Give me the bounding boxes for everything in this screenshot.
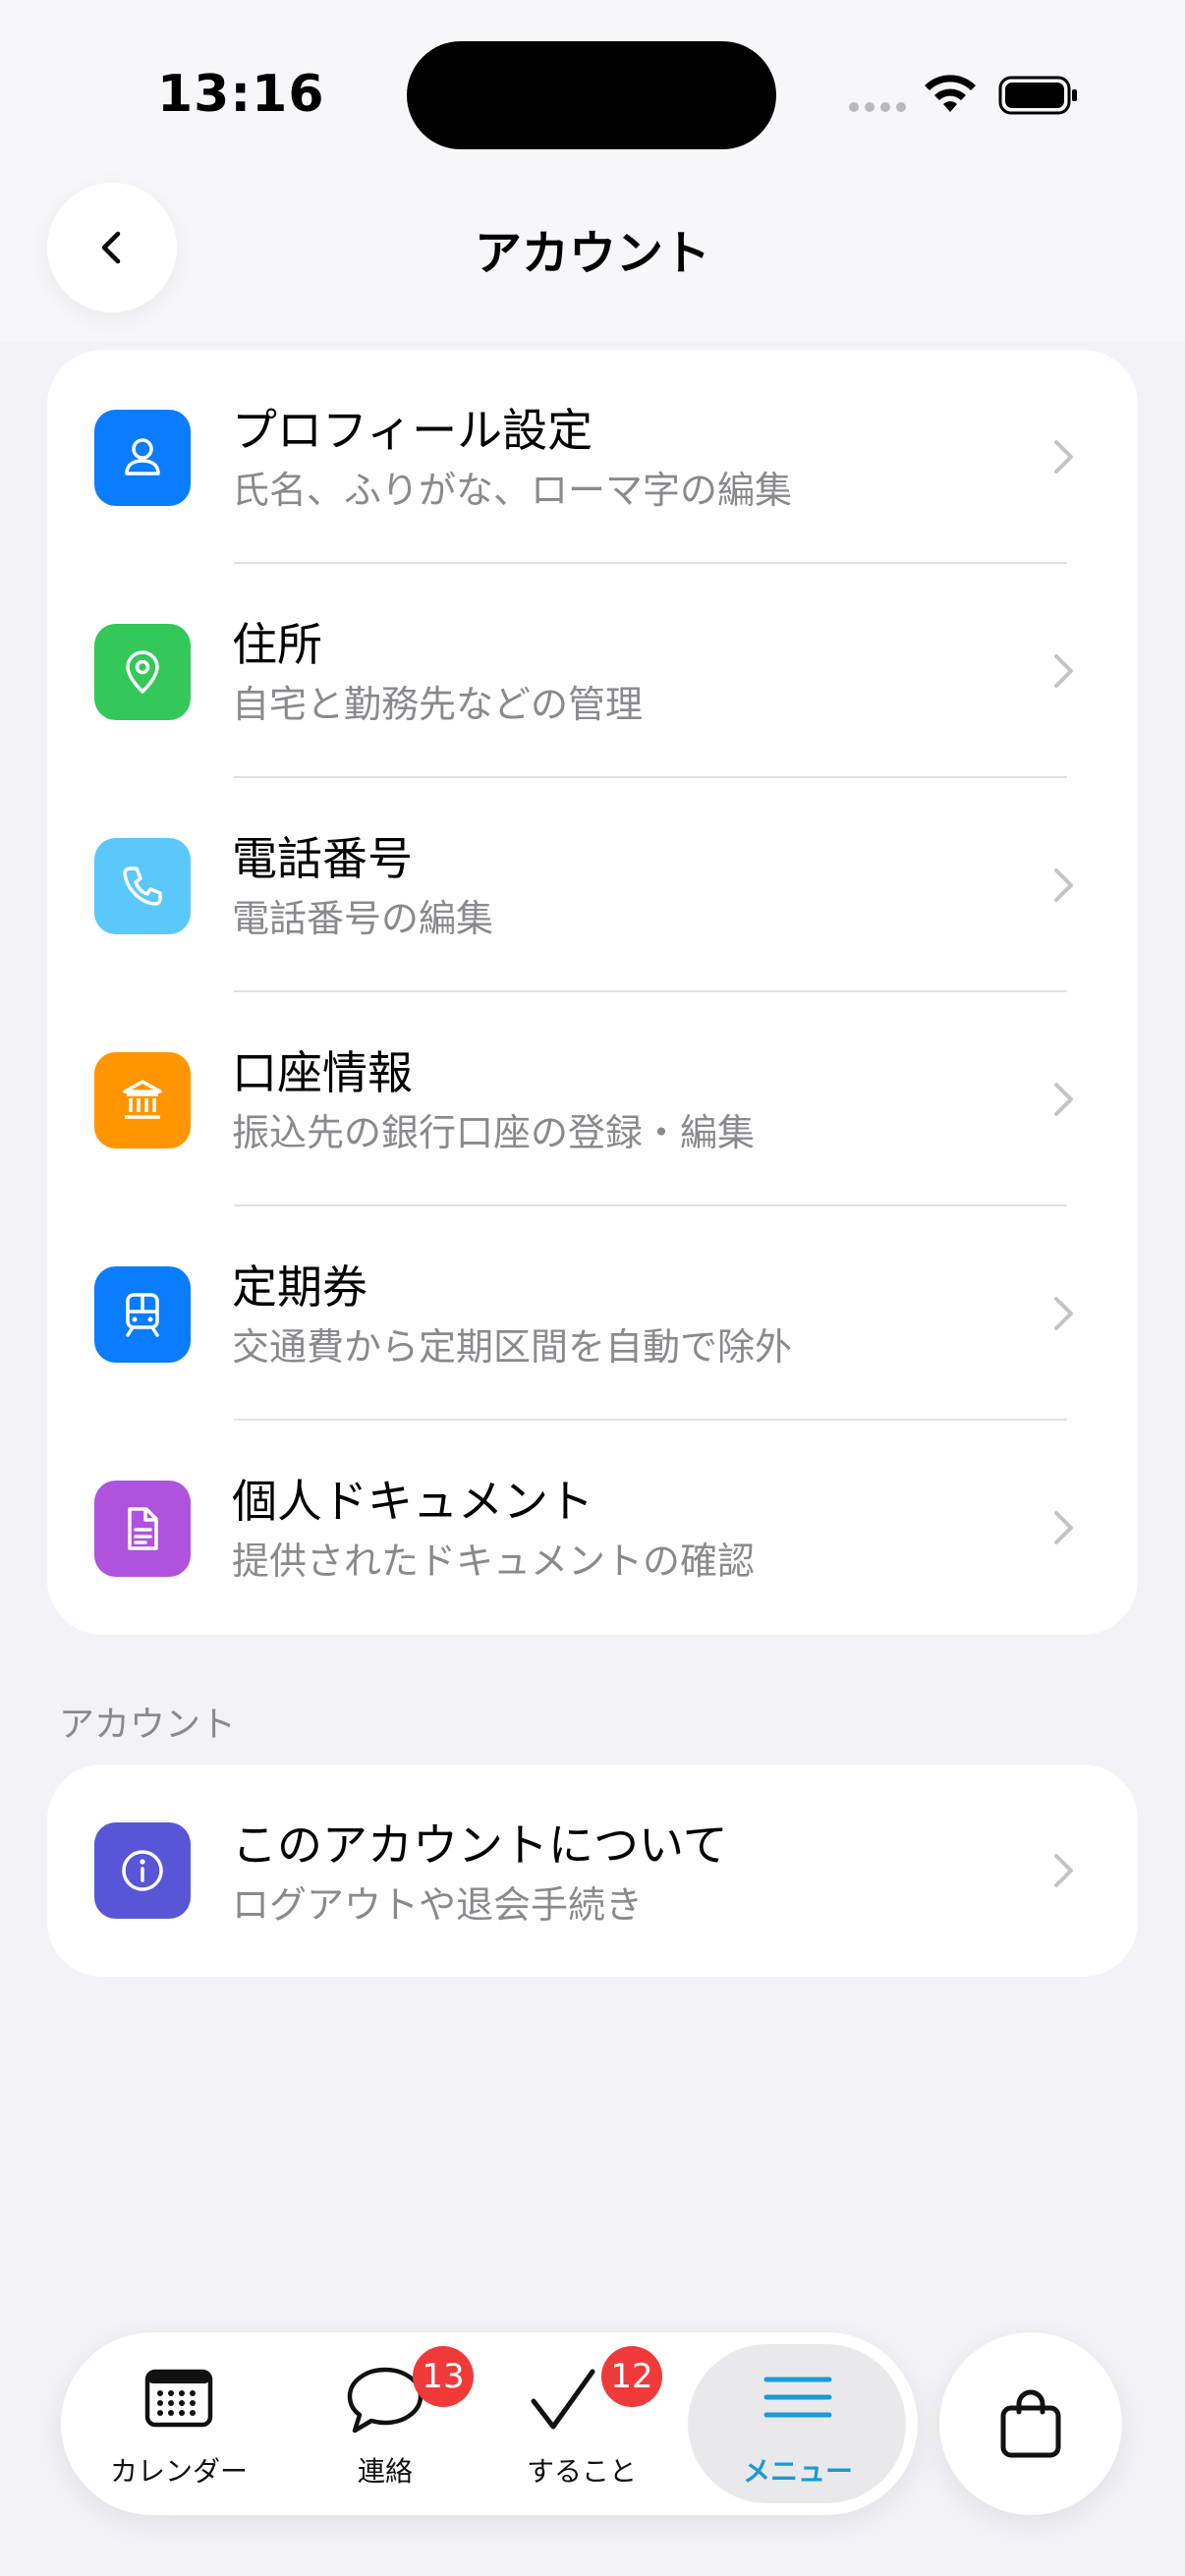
tab-label: メニュー <box>742 2455 853 2488</box>
row-title: 電話番号 <box>232 832 413 885</box>
row-title: このアカウントについて <box>232 1819 728 1872</box>
list-item-personal-documents[interactable]: 個人ドキュメント 提供されたドキュメントの確認 <box>47 1421 1138 1635</box>
dynamic-island <box>407 41 776 149</box>
tab-label: 連絡 <box>357 2455 413 2488</box>
chevron-right-icon <box>1054 440 1073 474</box>
tab-label: カレンダー <box>109 2455 248 2488</box>
account-settings-list: プロフィール設定 氏名、ふりがな、ローマ字の編集 住所 自宅と勤務先などの管理 … <box>47 350 1138 1635</box>
row-subtitle: 提供されたドキュメントの確認 <box>232 1540 756 1583</box>
page-title: アカウント <box>474 226 710 281</box>
row-subtitle: 電話番号の編集 <box>232 897 494 940</box>
tab-bar: カレンダー 13 連絡 12 すること メニュー <box>61 2332 918 2515</box>
tab-messages[interactable]: 13 連絡 <box>287 2332 483 2515</box>
row-title: 住所 <box>232 618 322 671</box>
row-title: 口座情報 <box>232 1046 413 1099</box>
list-item-bank-account[interactable]: 口座情報 振込先の銀行口座の登録・編集 <box>47 992 1138 1206</box>
account-screen: 13:16 アカウント プロフィール設定 氏名、ふりがな、ローマ字の編集 住所 … <box>0 0 1185 2576</box>
list-item-profile-settings[interactable]: プロフィール設定 氏名、ふりがな、ローマ字の編集 <box>47 350 1138 564</box>
list-item-address[interactable]: 住所 自宅と勤務先などの管理 <box>47 564 1138 778</box>
chevron-right-icon <box>1054 868 1073 902</box>
list-item-phone[interactable]: 電話番号 電話番号の編集 <box>47 778 1138 992</box>
row-title: 定期券 <box>232 1260 367 1314</box>
tab-calendar[interactable]: カレンダー <box>81 2332 277 2515</box>
chevron-right-icon <box>1054 654 1073 688</box>
chevron-right-icon <box>1054 1297 1073 1330</box>
row-subtitle: 自宅と勤務先などの管理 <box>232 683 644 726</box>
chevron-right-icon <box>1054 1511 1073 1544</box>
hamburger-menu-icon <box>763 2377 832 2418</box>
list-item-commuter-pass[interactable]: 定期券 交通費から定期区間を自動で除外 <box>47 1206 1138 1421</box>
row-subtitle: 交通費から定期区間を自動で除外 <box>232 1325 793 1369</box>
calendar-icon <box>144 2369 213 2428</box>
signal-dots-icon <box>849 102 906 112</box>
chevron-right-icon <box>1054 1854 1073 1887</box>
unread-badge: 13 <box>413 2346 474 2407</box>
tab-label: すること <box>526 2455 637 2488</box>
chevron-right-icon <box>1054 1083 1073 1116</box>
status-time: 13:16 <box>157 65 325 124</box>
person-icon <box>94 410 191 506</box>
row-subtitle: ログアウトや退会手続き <box>232 1883 644 1927</box>
location-pin-icon <box>94 624 191 720</box>
battery-icon <box>998 76 1077 115</box>
row-title: プロフィール設定 <box>232 404 593 457</box>
row-subtitle: 氏名、ふりがな、ローマ字の編集 <box>232 469 793 512</box>
section-label-account: アカウント <box>59 1705 237 1745</box>
wifi-icon <box>925 75 976 112</box>
tab-todo[interactable]: 12 すること <box>483 2332 680 2515</box>
train-icon <box>94 1266 191 1363</box>
todo-badge: 12 <box>601 2346 662 2407</box>
bank-icon <box>94 1052 191 1148</box>
phone-icon <box>94 838 191 934</box>
tab-menu[interactable]: メニュー <box>700 2332 896 2515</box>
row-title: 個人ドキュメント <box>232 1475 593 1528</box>
row-subtitle: 振込先の銀行口座の登録・編集 <box>232 1111 756 1154</box>
shopping-bag-button[interactable] <box>939 2332 1122 2515</box>
list-item-about-account[interactable]: このアカウントについて ログアウトや退会手続き <box>47 1764 1138 1977</box>
shopping-bag-icon <box>1000 2389 1061 2458</box>
document-icon <box>94 1481 191 1577</box>
checkmark-icon <box>531 2369 595 2430</box>
info-icon <box>94 1822 191 1919</box>
account-about-list: このアカウントについて ログアウトや退会手続き <box>47 1764 1138 1977</box>
